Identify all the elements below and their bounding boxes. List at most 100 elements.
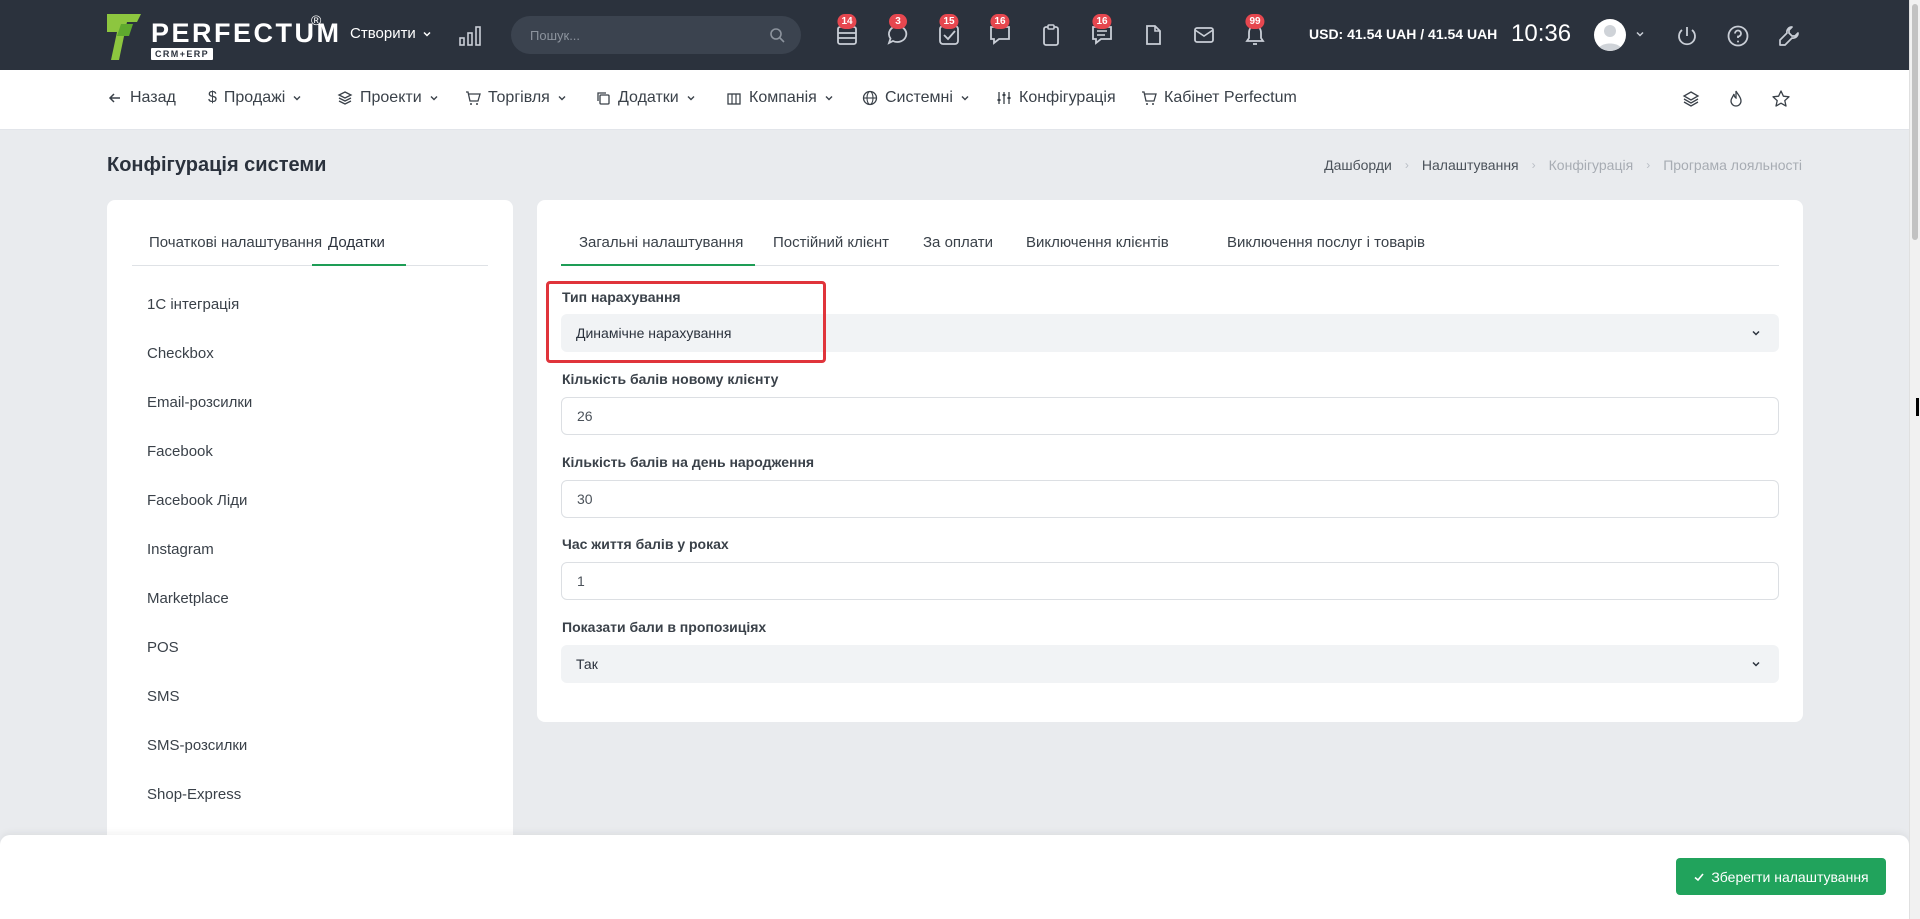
new-client-points-input[interactable] — [562, 398, 1778, 434]
logo[interactable]: PERFECTUM ® CRM+ERP — [107, 12, 339, 62]
badge-count: 16 — [1092, 14, 1112, 29]
layers-icon[interactable] — [1681, 89, 1701, 109]
layers-icon — [337, 91, 353, 105]
breadcrumb-loyalty: Програма лояльності — [1663, 157, 1802, 173]
points-lifetime-label: Час життя балів у роках — [562, 536, 729, 552]
birthday-points-input[interactable] — [562, 481, 1778, 517]
text-cursor-icon — [1916, 398, 1919, 416]
badge-count: 15 — [939, 14, 959, 29]
tab-service-product-exclusions[interactable]: Виключення послуг і товарів — [1227, 234, 1425, 251]
new-client-points-field[interactable] — [561, 397, 1779, 435]
chevron-down-icon — [1752, 661, 1760, 667]
list-item[interactable]: 1С інтеграція — [147, 296, 252, 345]
points-lifetime-field[interactable] — [561, 562, 1779, 600]
search-input[interactable] — [511, 16, 801, 54]
nav-addons[interactable]: Додатки — [595, 89, 696, 107]
cart-icon — [466, 91, 481, 105]
list-item[interactable]: Facebook — [147, 443, 252, 492]
power-icon[interactable] — [1675, 24, 1699, 48]
calendar-table-button[interactable]: 14 — [834, 14, 860, 48]
create-dropdown-button[interactable]: Створити — [350, 25, 432, 42]
star-icon[interactable] — [1771, 89, 1791, 109]
nav-addons-label: Додатки — [618, 89, 679, 106]
badge-count: 14 — [837, 14, 857, 29]
settings-sidebar: Початкові налаштування Додатки 1С інтегр… — [107, 200, 513, 860]
tab-for-payment[interactable]: За оплати — [923, 234, 993, 251]
fire-icon[interactable] — [1726, 89, 1746, 109]
avatar[interactable] — [1594, 19, 1626, 51]
tab-addons[interactable]: Додатки — [328, 234, 385, 251]
notes-button[interactable]: 16 — [1089, 14, 1115, 48]
nav-projects-label: Проекти — [360, 89, 422, 106]
search-box[interactable] — [511, 16, 801, 54]
breadcrumb-configuration[interactable]: Конфігурація — [1549, 157, 1634, 173]
copy-icon — [597, 92, 610, 105]
bar-chart-icon[interactable] — [459, 26, 481, 46]
logo-mark-icon — [107, 14, 141, 60]
new-client-points-label: Кількість балів новому клієнту — [562, 371, 779, 387]
list-item[interactable]: Facebook Ліди — [147, 492, 252, 541]
create-label: Створити — [350, 25, 416, 42]
globe-icon — [862, 90, 878, 106]
tab-client-exclusions[interactable]: Виключення клієнтів — [1026, 234, 1169, 251]
list-item[interactable]: SMS — [147, 688, 252, 737]
chevron-down-icon — [961, 96, 969, 101]
sliders-icon — [997, 92, 1011, 104]
birthday-points-field[interactable] — [561, 480, 1779, 518]
tab-initial-settings[interactable]: Початкові налаштування — [149, 234, 322, 251]
points-lifetime-input[interactable] — [562, 563, 1778, 599]
help-icon[interactable] — [1726, 24, 1750, 48]
documents-button[interactable] — [1140, 22, 1166, 48]
nav-sales[interactable]: $ Продажі — [208, 89, 302, 107]
tab-general-settings[interactable]: Загальні налаштування — [579, 234, 743, 251]
breadcrumb-separator: › — [1404, 158, 1409, 172]
active-tab-indicator — [561, 264, 755, 266]
wrench-icon[interactable] — [1777, 24, 1801, 48]
scrollbar-thumb[interactable] — [1912, 4, 1918, 240]
breadcrumb-dashboards[interactable]: Дашборди — [1324, 157, 1392, 173]
list-item[interactable]: POS — [147, 639, 252, 688]
nav-back[interactable]: Назад — [107, 89, 176, 107]
accrual-type-select[interactable]: Динамічне нарахування — [561, 314, 1779, 352]
cart-icon — [1142, 91, 1157, 105]
save-settings-button[interactable]: Зберегти налаштування — [1676, 858, 1886, 895]
nav-system[interactable]: Системні — [862, 89, 970, 107]
clipboard-button[interactable] — [1038, 22, 1064, 48]
badge-count: 3 — [889, 14, 907, 29]
list-item[interactable]: Checkbox — [147, 345, 252, 394]
list-item[interactable]: Shop-Express — [147, 786, 252, 835]
chevron-down-icon — [825, 96, 833, 101]
list-item[interactable]: Marketplace — [147, 590, 252, 639]
nav-trade[interactable]: Торгівля — [465, 89, 567, 107]
list-item[interactable]: Email-розсилки — [147, 394, 252, 443]
nav-system-label: Системні — [885, 89, 953, 106]
chevron-down-icon — [430, 96, 438, 101]
breadcrumb-settings[interactable]: Налаштування — [1422, 157, 1519, 173]
notifications-button[interactable]: 99 — [1242, 14, 1268, 48]
tab-regular-client[interactable]: Постійний клієнт — [773, 234, 889, 251]
mail-button[interactable] — [1191, 22, 1217, 48]
chat-button[interactable]: 3 — [885, 14, 911, 48]
nav-config[interactable]: Конфігурація — [996, 89, 1116, 107]
nav-cabinet-label: Кабінет Perfectum — [1164, 89, 1297, 106]
page-scrollbar[interactable] — [1909, 0, 1920, 919]
nav-company-label: Компанія — [749, 89, 817, 106]
nav-company[interactable]: Компанія — [726, 89, 834, 107]
chevron-down-icon — [687, 96, 695, 101]
clipboard-icon — [1043, 24, 1059, 46]
list-item[interactable]: Instagram — [147, 541, 252, 590]
show-points-label: Показати бали в пропозиціях — [562, 619, 767, 635]
tasks-button[interactable]: 15 — [936, 14, 962, 48]
chevron-down-icon[interactable] — [1634, 28, 1646, 40]
search-icon[interactable] — [769, 27, 785, 43]
nav-cabinet[interactable]: Кабінет Perfectum — [1141, 89, 1297, 107]
list-item[interactable]: SMS-розсилки — [147, 737, 252, 786]
top-bar: PERFECTUM ® CRM+ERP Створити 14 3 15 16 … — [0, 0, 1909, 70]
messages-button[interactable]: 16 — [987, 14, 1013, 48]
nav-projects[interactable]: Проекти — [337, 89, 439, 107]
show-points-select[interactable]: Так — [561, 645, 1779, 683]
loyalty-settings-panel: Загальні налаштування Постійний клієнт З… — [537, 200, 1803, 722]
badge-count: 16 — [990, 14, 1010, 29]
user-avatar-icon — [1598, 25, 1622, 51]
badge-count: 99 — [1245, 14, 1265, 29]
